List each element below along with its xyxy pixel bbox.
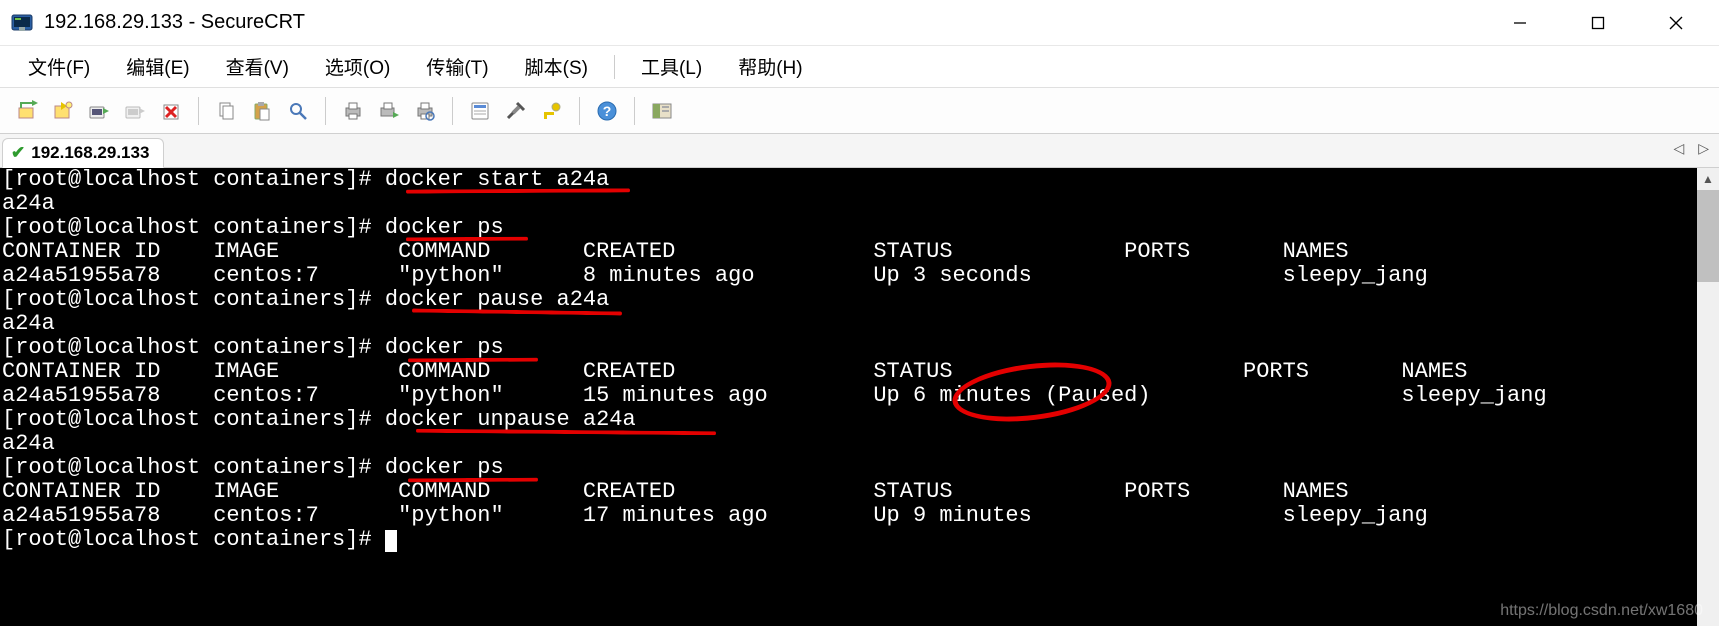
tab-strip: ✔ 192.168.29.133 ◁ ▷ <box>0 134 1719 168</box>
terminal-scrollbar[interactable]: ▲ <box>1697 168 1719 626</box>
paste-icon[interactable] <box>245 94 279 128</box>
menubar: 文件(F) 编辑(E) 查看(V) 选项(O) 传输(T) 脚本(S) 工具(L… <box>0 46 1719 88</box>
window-title: 192.168.29.133 - SecureCRT <box>44 11 305 34</box>
tab-scroll-left[interactable]: ◁ <box>1669 138 1688 159</box>
watermark: https://blog.csdn.net/xw1680 <box>1500 602 1703 620</box>
print-icon[interactable] <box>336 94 370 128</box>
menu-transfer[interactable]: 传输(T) <box>410 49 504 84</box>
menu-separator <box>614 55 615 79</box>
menu-script[interactable]: 脚本(S) <box>509 49 604 84</box>
disconnect-icon[interactable] <box>118 94 152 128</box>
session-manager-icon[interactable] <box>645 94 679 128</box>
close-session-icon[interactable] <box>154 94 188 128</box>
copy-icon[interactable] <box>209 94 243 128</box>
app-icon <box>10 11 34 35</box>
menu-file[interactable]: 文件(F) <box>12 49 106 84</box>
menu-edit[interactable]: 编辑(E) <box>110 49 205 84</box>
print-preview-icon[interactable] <box>408 94 442 128</box>
tab-scroll-right[interactable]: ▷ <box>1694 138 1713 159</box>
properties-icon[interactable] <box>463 94 497 128</box>
toolbar-separator <box>325 97 326 125</box>
menu-help[interactable]: 帮助(H) <box>722 49 818 84</box>
quick-connect-icon[interactable] <box>46 94 80 128</box>
maximize-button[interactable] <box>1559 0 1637 46</box>
find-icon[interactable] <box>281 94 315 128</box>
key-icon[interactable] <box>535 94 569 128</box>
minimize-button[interactable] <box>1481 0 1559 46</box>
window-controls <box>1481 0 1715 46</box>
toolbar-separator <box>198 97 199 125</box>
scroll-up-icon[interactable]: ▲ <box>1697 168 1719 190</box>
menu-view[interactable]: 查看(V) <box>210 49 305 84</box>
menu-tools[interactable]: 工具(L) <box>625 49 718 84</box>
toolbar-separator <box>452 97 453 125</box>
help-icon[interactable]: ? <box>590 94 624 128</box>
terminal-area[interactable]: [root@localhost containers]# docker star… <box>0 168 1719 626</box>
tab-label: 192.168.29.133 <box>31 143 149 163</box>
toolbar-separator <box>579 97 580 125</box>
terminal-output[interactable]: [root@localhost containers]# docker star… <box>0 168 1719 552</box>
print-setup-icon[interactable] <box>372 94 406 128</box>
session-tab[interactable]: ✔ 192.168.29.133 <box>2 138 164 168</box>
connected-check-icon: ✔ <box>11 143 25 163</box>
titlebar: 192.168.29.133 - SecureCRT <box>0 0 1719 46</box>
options-icon[interactable] <box>499 94 533 128</box>
menu-options[interactable]: 选项(O) <box>309 49 406 84</box>
toolbar: ? <box>0 88 1719 134</box>
close-button[interactable] <box>1637 0 1715 46</box>
scroll-track[interactable] <box>1697 282 1719 626</box>
toolbar-separator <box>634 97 635 125</box>
connect-icon[interactable] <box>82 94 116 128</box>
svg-text:?: ? <box>603 103 612 119</box>
reconnect-icon[interactable] <box>10 94 44 128</box>
scroll-thumb[interactable] <box>1697 190 1719 282</box>
